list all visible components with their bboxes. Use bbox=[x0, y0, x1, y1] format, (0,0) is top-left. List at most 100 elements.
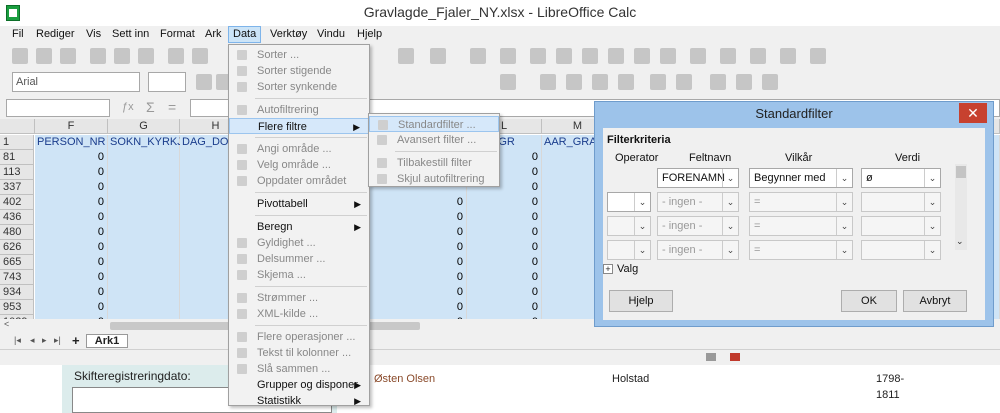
row-header[interactable]: 81 bbox=[0, 150, 34, 165]
save-icon[interactable] bbox=[60, 48, 76, 64]
row-header[interactable]: 480 bbox=[0, 225, 34, 240]
cell[interactable]: 0 bbox=[467, 210, 542, 225]
menu-item-angi-område[interactable]: Angi område ... bbox=[229, 141, 369, 157]
copy-icon[interactable] bbox=[192, 48, 208, 64]
sort-icon[interactable] bbox=[470, 48, 486, 64]
cell[interactable]: 0 bbox=[367, 195, 467, 210]
font-name-box[interactable]: Arial bbox=[12, 72, 140, 92]
chevron-down-icon[interactable]: ⌄ bbox=[634, 193, 650, 211]
chevron-down-icon[interactable]: ⌄ bbox=[836, 217, 852, 235]
cell[interactable] bbox=[108, 285, 180, 300]
menu-item-grupper-og-disponer[interactable]: Grupper og disponer ▶ bbox=[229, 377, 369, 393]
cell[interactable]: 0 bbox=[367, 300, 467, 315]
hyperlink-icon[interactable] bbox=[634, 48, 650, 64]
split-icon[interactable] bbox=[780, 48, 796, 64]
menu-item-delsummer[interactable]: Delsummer ... bbox=[229, 251, 369, 267]
borders-icon[interactable] bbox=[710, 74, 726, 90]
column-header-g[interactable]: G bbox=[108, 119, 180, 134]
row-header[interactable]: 743 bbox=[0, 270, 34, 285]
cell[interactable] bbox=[108, 195, 180, 210]
sheet-tab-ark1[interactable]: Ark1 bbox=[86, 334, 128, 348]
menu-item-autofiltrering[interactable]: Autofiltrering bbox=[229, 102, 369, 118]
row-header[interactable]: 337 bbox=[0, 180, 34, 195]
field-name-select[interactable]: FORENAMN ⌄ bbox=[657, 168, 739, 188]
menu-item-avansert-filter[interactable]: Avansert filter ... bbox=[369, 132, 499, 148]
menu-vindu[interactable]: Vindu bbox=[317, 28, 345, 40]
name-box[interactable] bbox=[6, 99, 110, 117]
menu-item-sorter-stigende[interactable]: Sorter stigende bbox=[229, 63, 369, 79]
cell[interactable]: 0 bbox=[35, 270, 108, 285]
cell[interactable]: 0 bbox=[35, 225, 108, 240]
corner-select-all[interactable] bbox=[0, 119, 35, 134]
help-button[interactable]: Hjelp bbox=[609, 290, 673, 312]
chevron-down-icon[interactable]: ⌄ bbox=[924, 193, 940, 211]
cancel-button[interactable]: Avbryt bbox=[903, 290, 967, 312]
new-icon[interactable] bbox=[12, 48, 28, 64]
cell[interactable]: 0 bbox=[367, 240, 467, 255]
menu-item-slå-sammen[interactable]: Slå sammen ... bbox=[229, 361, 369, 377]
special-char-icon[interactable] bbox=[608, 48, 624, 64]
image-icon[interactable] bbox=[530, 48, 546, 64]
menu-item-sorter-synkende[interactable]: Sorter synkende bbox=[229, 79, 369, 95]
menu-item-tekst-til-kolonner[interactable]: Tekst til kolonner ... bbox=[229, 345, 369, 361]
chevron-down-icon[interactable]: ⌄ bbox=[634, 241, 650, 259]
chevron-down-icon[interactable]: ⌄ bbox=[722, 241, 738, 259]
add-decimal-icon[interactable] bbox=[592, 74, 608, 90]
row-header[interactable]: 113 bbox=[0, 165, 34, 180]
chevron-down-icon[interactable]: ⌄ bbox=[722, 193, 738, 211]
ok-button[interactable]: OK bbox=[841, 290, 897, 312]
menu-item-skjema[interactable]: Skjema ... bbox=[229, 267, 369, 283]
cell[interactable]: 0 bbox=[467, 255, 542, 270]
menu-item-skjul-autofiltrering[interactable]: Skjul autofiltrering bbox=[369, 171, 499, 187]
menu-item-flere-filtre[interactable]: Flere filtre ▶ bbox=[229, 118, 369, 134]
field-name-select[interactable]: - ingen - ⌄ bbox=[657, 216, 739, 236]
expand-options-icon[interactable]: + bbox=[603, 264, 613, 274]
chevron-down-icon[interactable]: ⌄ bbox=[722, 217, 738, 235]
cell[interactable]: 0 bbox=[467, 240, 542, 255]
cell[interactable]: 0 bbox=[367, 210, 467, 225]
cell[interactable] bbox=[108, 210, 180, 225]
chevron-down-icon[interactable]: ⌄ bbox=[722, 169, 738, 187]
menu-rediger[interactable]: Rediger bbox=[36, 28, 75, 40]
cell[interactable]: 0 bbox=[35, 240, 108, 255]
autofilter-icon[interactable] bbox=[500, 48, 516, 64]
operator-select[interactable]: ⌄ bbox=[607, 240, 651, 260]
condition-select[interactable]: = ⌄ bbox=[749, 240, 853, 260]
value-combo[interactable]: ⌄ bbox=[861, 240, 941, 260]
chevron-down-icon[interactable]: ⌄ bbox=[634, 217, 650, 235]
menu-data[interactable]: Data bbox=[228, 26, 262, 43]
row-header[interactable]: 626 bbox=[0, 240, 34, 255]
cell[interactable]: 0 bbox=[35, 195, 108, 210]
menu-item-statistikk[interactable]: Statistikk ▶ bbox=[229, 393, 369, 409]
next-sheet-icon[interactable]: ▸ bbox=[42, 335, 47, 346]
chevron-down-icon[interactable]: ⌄ bbox=[836, 169, 852, 187]
increase-indent-icon[interactable] bbox=[650, 74, 666, 90]
last-sheet-icon[interactable]: ▸| bbox=[54, 335, 61, 346]
menu-item-velg-område[interactable]: Velg område ... bbox=[229, 157, 369, 173]
prev-sheet-icon[interactable]: ◂ bbox=[30, 335, 35, 346]
menu-item-sorter[interactable]: Sorter ... bbox=[229, 47, 369, 63]
number-format-icon[interactable] bbox=[566, 74, 582, 90]
cell[interactable]: 0 bbox=[467, 225, 542, 240]
formula-icon[interactable]: = bbox=[168, 99, 176, 115]
menu-item-tilbakestill-filter[interactable]: Tilbakestill filter bbox=[369, 155, 499, 171]
cell[interactable]: 0 bbox=[467, 270, 542, 285]
menu-sett-inn[interactable]: Sett inn bbox=[112, 28, 149, 40]
value-combo[interactable]: ⌄ bbox=[861, 216, 941, 236]
cell[interactable]: 0 bbox=[35, 255, 108, 270]
comment-icon[interactable] bbox=[660, 48, 676, 64]
chart-icon[interactable] bbox=[556, 48, 572, 64]
row-icon[interactable] bbox=[398, 48, 414, 64]
menu-ark[interactable]: Ark bbox=[205, 28, 222, 40]
menu-vis[interactable]: Vis bbox=[86, 28, 101, 40]
cell[interactable]: 0 bbox=[467, 195, 542, 210]
cell[interactable]: 0 bbox=[35, 180, 108, 195]
menu-item-xml-kilde[interactable]: XML-kilde ... bbox=[229, 306, 369, 322]
chevron-down-icon[interactable]: ⌄ bbox=[924, 217, 940, 235]
criteria-scrollbar[interactable]: ⌄ bbox=[955, 164, 967, 250]
menu-item-gyldighet[interactable]: Gyldighet ... bbox=[229, 235, 369, 251]
cell[interactable]: PERSON_NR bbox=[35, 135, 108, 150]
cell[interactable]: 0 bbox=[35, 285, 108, 300]
operator-select[interactable]: ⌄ bbox=[607, 216, 651, 236]
pivot-icon[interactable] bbox=[582, 48, 598, 64]
